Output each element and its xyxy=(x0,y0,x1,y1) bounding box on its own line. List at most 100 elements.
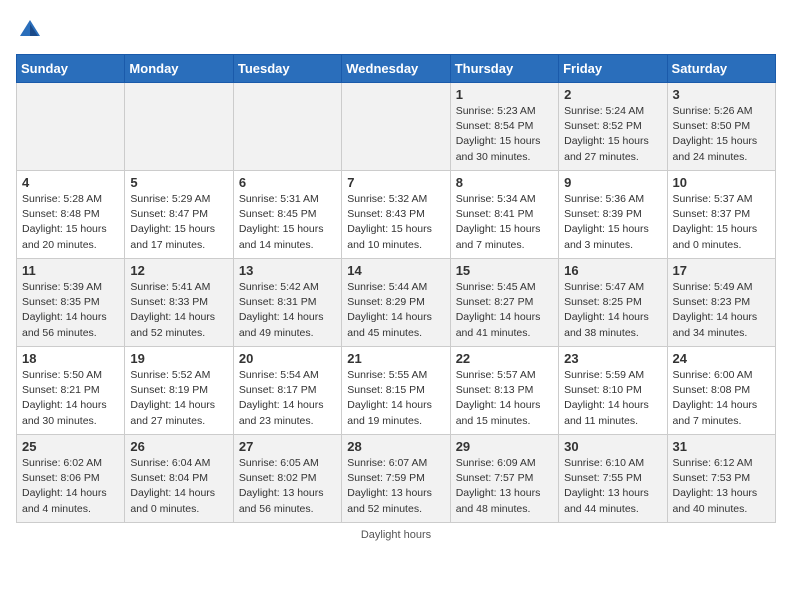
calendar-table: SundayMondayTuesdayWednesdayThursdayFrid… xyxy=(16,54,776,523)
calendar-cell: 15 Sunrise: 5:45 AM Sunset: 8:27 PM Dayli… xyxy=(450,259,558,347)
day-number: 7 xyxy=(347,175,444,190)
calendar-week-row: 25 Sunrise: 6:02 AM Sunset: 8:06 PM Dayli… xyxy=(17,435,776,523)
day-info: Sunrise: 5:45 AM Sunset: 8:27 PM Dayligh… xyxy=(456,280,553,341)
calendar-week-row: 18 Sunrise: 5:50 AM Sunset: 8:21 PM Dayli… xyxy=(17,347,776,435)
logo xyxy=(16,16,48,44)
calendar-cell: 19Sunrise: 5:52 AM Sunset: 8:19 PM Dayli… xyxy=(125,347,233,435)
calendar-cell: 1 Sunrise: 5:23 AM Sunset: 8:54 PM Daylig… xyxy=(450,83,558,171)
page-header xyxy=(16,16,776,44)
calendar-cell: 3Sunrise: 5:26 AM Sunset: 8:50 PM Daylig… xyxy=(667,83,775,171)
day-info: Sunrise: 5:39 AM Sunset: 8:35 PM Dayligh… xyxy=(22,280,119,341)
calendar-cell: 28 Sunrise: 6:07 AM Sunset: 7:59 PM Dayli… xyxy=(342,435,450,523)
day-info: Sunrise: 5:55 AM Sunset: 8:15 PM Dayligh… xyxy=(347,368,444,429)
calendar-cell xyxy=(233,83,341,171)
calendar-cell: 11 Sunrise: 5:39 AM Sunset: 8:35 PM Dayli… xyxy=(17,259,125,347)
day-info: Sunrise: 5:24 AM Sunset: 8:52 PM Dayligh… xyxy=(564,104,661,165)
calendar-cell: 30Sunrise: 6:10 AM Sunset: 7:55 PM Dayli… xyxy=(559,435,667,523)
calendar-week-row: 1 Sunrise: 5:23 AM Sunset: 8:54 PM Daylig… xyxy=(17,83,776,171)
calendar-cell xyxy=(17,83,125,171)
day-number: 1 xyxy=(456,87,553,102)
calendar-cell: 20 Sunrise: 5:54 AM Sunset: 8:17 PM Dayli… xyxy=(233,347,341,435)
day-number: 3 xyxy=(673,87,770,102)
day-number: 20 xyxy=(239,351,336,366)
day-number: 25 xyxy=(22,439,119,454)
calendar-week-row: 11 Sunrise: 5:39 AM Sunset: 8:35 PM Dayli… xyxy=(17,259,776,347)
day-info: Sunrise: 6:04 AM Sunset: 8:04 PM Dayligh… xyxy=(130,456,227,517)
calendar-cell: 14 Sunrise: 5:44 AM Sunset: 8:29 PM Dayli… xyxy=(342,259,450,347)
day-number: 28 xyxy=(347,439,444,454)
day-info: Sunrise: 5:23 AM Sunset: 8:54 PM Dayligh… xyxy=(456,104,553,165)
calendar-cell: 24 Sunrise: 6:00 AM Sunset: 8:08 PM Dayli… xyxy=(667,347,775,435)
calendar-cell: 13Sunrise: 5:42 AM Sunset: 8:31 PM Dayli… xyxy=(233,259,341,347)
day-info: Sunrise: 5:54 AM Sunset: 8:17 PM Dayligh… xyxy=(239,368,336,429)
day-info: Sunrise: 5:28 AM Sunset: 8:48 PM Dayligh… xyxy=(22,192,119,253)
day-number: 8 xyxy=(456,175,553,190)
day-info: Sunrise: 5:52 AM Sunset: 8:19 PM Dayligh… xyxy=(130,368,227,429)
calendar-cell: 29 Sunrise: 6:09 AM Sunset: 7:57 PM Dayli… xyxy=(450,435,558,523)
calendar-cell: 18 Sunrise: 5:50 AM Sunset: 8:21 PM Dayli… xyxy=(17,347,125,435)
day-number: 27 xyxy=(239,439,336,454)
day-info: Sunrise: 6:00 AM Sunset: 8:08 PM Dayligh… xyxy=(673,368,770,429)
calendar-cell: 21 Sunrise: 5:55 AM Sunset: 8:15 PM Dayli… xyxy=(342,347,450,435)
day-info: Sunrise: 6:10 AM Sunset: 7:55 PM Dayligh… xyxy=(564,456,661,517)
calendar-cell: 22Sunrise: 5:57 AM Sunset: 8:13 PM Dayli… xyxy=(450,347,558,435)
calendar-header-row: SundayMondayTuesdayWednesdayThursdayFrid… xyxy=(17,55,776,83)
calendar-cell: 6Sunrise: 5:31 AM Sunset: 8:45 PM Daylig… xyxy=(233,171,341,259)
day-number: 29 xyxy=(456,439,553,454)
day-number: 24 xyxy=(673,351,770,366)
calendar-cell: 31 Sunrise: 6:12 AM Sunset: 7:53 PM Dayli… xyxy=(667,435,775,523)
calendar-cell: 25 Sunrise: 6:02 AM Sunset: 8:06 PM Dayli… xyxy=(17,435,125,523)
calendar-cell: 5Sunrise: 5:29 AM Sunset: 8:47 PM Daylig… xyxy=(125,171,233,259)
calendar-cell: 27 Sunrise: 6:05 AM Sunset: 8:02 PM Dayli… xyxy=(233,435,341,523)
day-info: Sunrise: 6:09 AM Sunset: 7:57 PM Dayligh… xyxy=(456,456,553,517)
calendar-cell: 7 Sunrise: 5:32 AM Sunset: 8:43 PM Daylig… xyxy=(342,171,450,259)
day-info: Sunrise: 5:31 AM Sunset: 8:45 PM Dayligh… xyxy=(239,192,336,253)
day-info: Sunrise: 6:02 AM Sunset: 8:06 PM Dayligh… xyxy=(22,456,119,517)
calendar-cell xyxy=(125,83,233,171)
day-info: Sunrise: 5:44 AM Sunset: 8:29 PM Dayligh… xyxy=(347,280,444,341)
logo-icon xyxy=(16,16,44,44)
day-info: Sunrise: 6:05 AM Sunset: 8:02 PM Dayligh… xyxy=(239,456,336,517)
calendar-cell: 2Sunrise: 5:24 AM Sunset: 8:52 PM Daylig… xyxy=(559,83,667,171)
col-header-tuesday: Tuesday xyxy=(233,55,341,83)
day-info: Sunrise: 5:41 AM Sunset: 8:33 PM Dayligh… xyxy=(130,280,227,341)
day-number: 4 xyxy=(22,175,119,190)
day-number: 9 xyxy=(564,175,661,190)
day-number: 11 xyxy=(22,263,119,278)
calendar-week-row: 4 Sunrise: 5:28 AM Sunset: 8:48 PM Daylig… xyxy=(17,171,776,259)
day-info: Sunrise: 6:07 AM Sunset: 7:59 PM Dayligh… xyxy=(347,456,444,517)
calendar-cell: 9 Sunrise: 5:36 AM Sunset: 8:39 PM Daylig… xyxy=(559,171,667,259)
calendar-cell: 4 Sunrise: 5:28 AM Sunset: 8:48 PM Daylig… xyxy=(17,171,125,259)
day-info: Sunrise: 5:36 AM Sunset: 8:39 PM Dayligh… xyxy=(564,192,661,253)
col-header-thursday: Thursday xyxy=(450,55,558,83)
day-number: 21 xyxy=(347,351,444,366)
day-info: Sunrise: 5:50 AM Sunset: 8:21 PM Dayligh… xyxy=(22,368,119,429)
day-info: Sunrise: 5:42 AM Sunset: 8:31 PM Dayligh… xyxy=(239,280,336,341)
calendar-cell: 12 Sunrise: 5:41 AM Sunset: 8:33 PM Dayli… xyxy=(125,259,233,347)
day-number: 12 xyxy=(130,263,227,278)
col-header-friday: Friday xyxy=(559,55,667,83)
day-number: 23 xyxy=(564,351,661,366)
col-header-saturday: Saturday xyxy=(667,55,775,83)
day-number: 10 xyxy=(673,175,770,190)
day-number: 17 xyxy=(673,263,770,278)
calendar-cell: 17 Sunrise: 5:49 AM Sunset: 8:23 PM Dayli… xyxy=(667,259,775,347)
calendar-cell: 23Sunrise: 5:59 AM Sunset: 8:10 PM Dayli… xyxy=(559,347,667,435)
day-number: 15 xyxy=(456,263,553,278)
day-number: 31 xyxy=(673,439,770,454)
day-number: 16 xyxy=(564,263,661,278)
calendar-cell: 16Sunrise: 5:47 AM Sunset: 8:25 PM Dayli… xyxy=(559,259,667,347)
calendar-cell: 10 Sunrise: 5:37 AM Sunset: 8:37 PM Dayli… xyxy=(667,171,775,259)
day-info: Sunrise: 5:49 AM Sunset: 8:23 PM Dayligh… xyxy=(673,280,770,341)
day-number: 22 xyxy=(456,351,553,366)
day-info: Sunrise: 6:12 AM Sunset: 7:53 PM Dayligh… xyxy=(673,456,770,517)
day-number: 18 xyxy=(22,351,119,366)
day-number: 14 xyxy=(347,263,444,278)
day-info: Sunrise: 5:37 AM Sunset: 8:37 PM Dayligh… xyxy=(673,192,770,253)
calendar-cell: 8 Sunrise: 5:34 AM Sunset: 8:41 PM Daylig… xyxy=(450,171,558,259)
day-info: Sunrise: 5:32 AM Sunset: 8:43 PM Dayligh… xyxy=(347,192,444,253)
day-number: 26 xyxy=(130,439,227,454)
day-info: Sunrise: 5:34 AM Sunset: 8:41 PM Dayligh… xyxy=(456,192,553,253)
footer-note: Daylight hours xyxy=(16,529,776,541)
calendar-cell: 26 Sunrise: 6:04 AM Sunset: 8:04 PM Dayli… xyxy=(125,435,233,523)
